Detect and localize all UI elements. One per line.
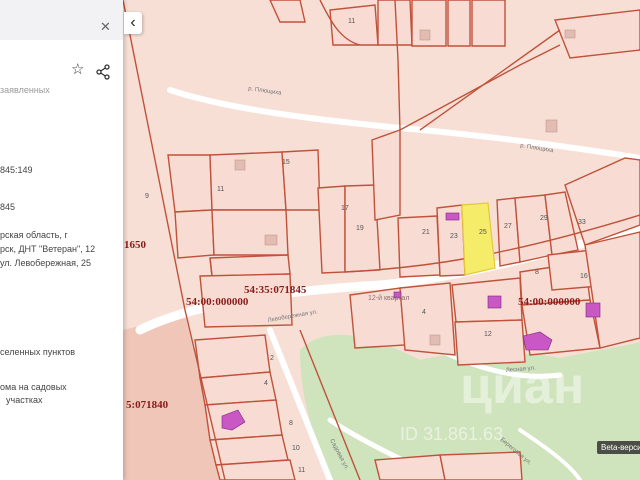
- parcel-number: 8: [535, 269, 539, 276]
- parcel-number: 16: [580, 273, 588, 280]
- parcel-number: 21: [422, 229, 430, 236]
- cadastral-label: 1650: [124, 239, 147, 251]
- parcel-number: 2: [270, 355, 274, 362]
- parcel-number: 15: [282, 159, 290, 166]
- cadastral-label: 54:00:000000: [186, 296, 249, 308]
- parcel-number: 4: [264, 380, 268, 387]
- parcel-number: 4: [422, 309, 426, 316]
- parcel-number: 8: [289, 420, 293, 427]
- parcel-number: 10: [292, 445, 300, 452]
- quarter-label: 12-й квартал: [368, 294, 409, 302]
- panel-permitted-use: ома на садовых: [0, 382, 67, 392]
- parcel-number: 11: [217, 186, 224, 193]
- collapse-panel-button[interactable]: ‹: [124, 12, 142, 34]
- parcel-number: 25: [479, 229, 487, 236]
- parcel-number: 29: [540, 215, 548, 222]
- parcel-number: 23: [450, 233, 458, 240]
- parcel-number: 17: [341, 205, 349, 212]
- panel-land-category: селенных пунктов: [0, 347, 76, 357]
- panel-permitted-use: участках: [6, 395, 43, 405]
- panel-status-text: заявленных: [0, 85, 50, 95]
- parcel-number: 11: [298, 467, 305, 474]
- watermark-id: ID 31.861.63: [400, 424, 504, 444]
- parcel-number: 9: [145, 193, 149, 200]
- parcel-number: 33: [578, 219, 586, 226]
- parcel-number: 19: [356, 225, 364, 232]
- panel-quarter-number: 845: [0, 202, 16, 212]
- parcel-number: 12: [484, 331, 492, 338]
- watermark-logo: циан: [460, 357, 585, 415]
- parcel-number: 27: [504, 223, 512, 230]
- cadastral-label: 54:00:000000: [518, 296, 581, 308]
- chevron-left-icon: ‹: [130, 14, 136, 31]
- parcel-info-panel: ✕ ☆ заявленных 845:149 845 рская область…: [0, 0, 123, 480]
- panel-cadastral-number: 845:149: [0, 165, 33, 175]
- parcel-number: 11: [348, 18, 355, 25]
- panel-address-line: рская область, г: [0, 230, 68, 240]
- star-icon[interactable]: ☆: [71, 62, 84, 78]
- cadastral-label: 5:071840: [126, 399, 169, 411]
- panel-address-line: рск, ДНТ "Ветеран", 12: [0, 244, 96, 254]
- panel-address-line: ул. Левобережная, 25: [0, 258, 92, 268]
- share-icon[interactable]: [95, 64, 111, 80]
- close-icon[interactable]: ✕: [100, 20, 111, 34]
- beta-badge: Beta-версия: [597, 441, 640, 454]
- cadastral-label: 54:35:071845: [244, 284, 307, 296]
